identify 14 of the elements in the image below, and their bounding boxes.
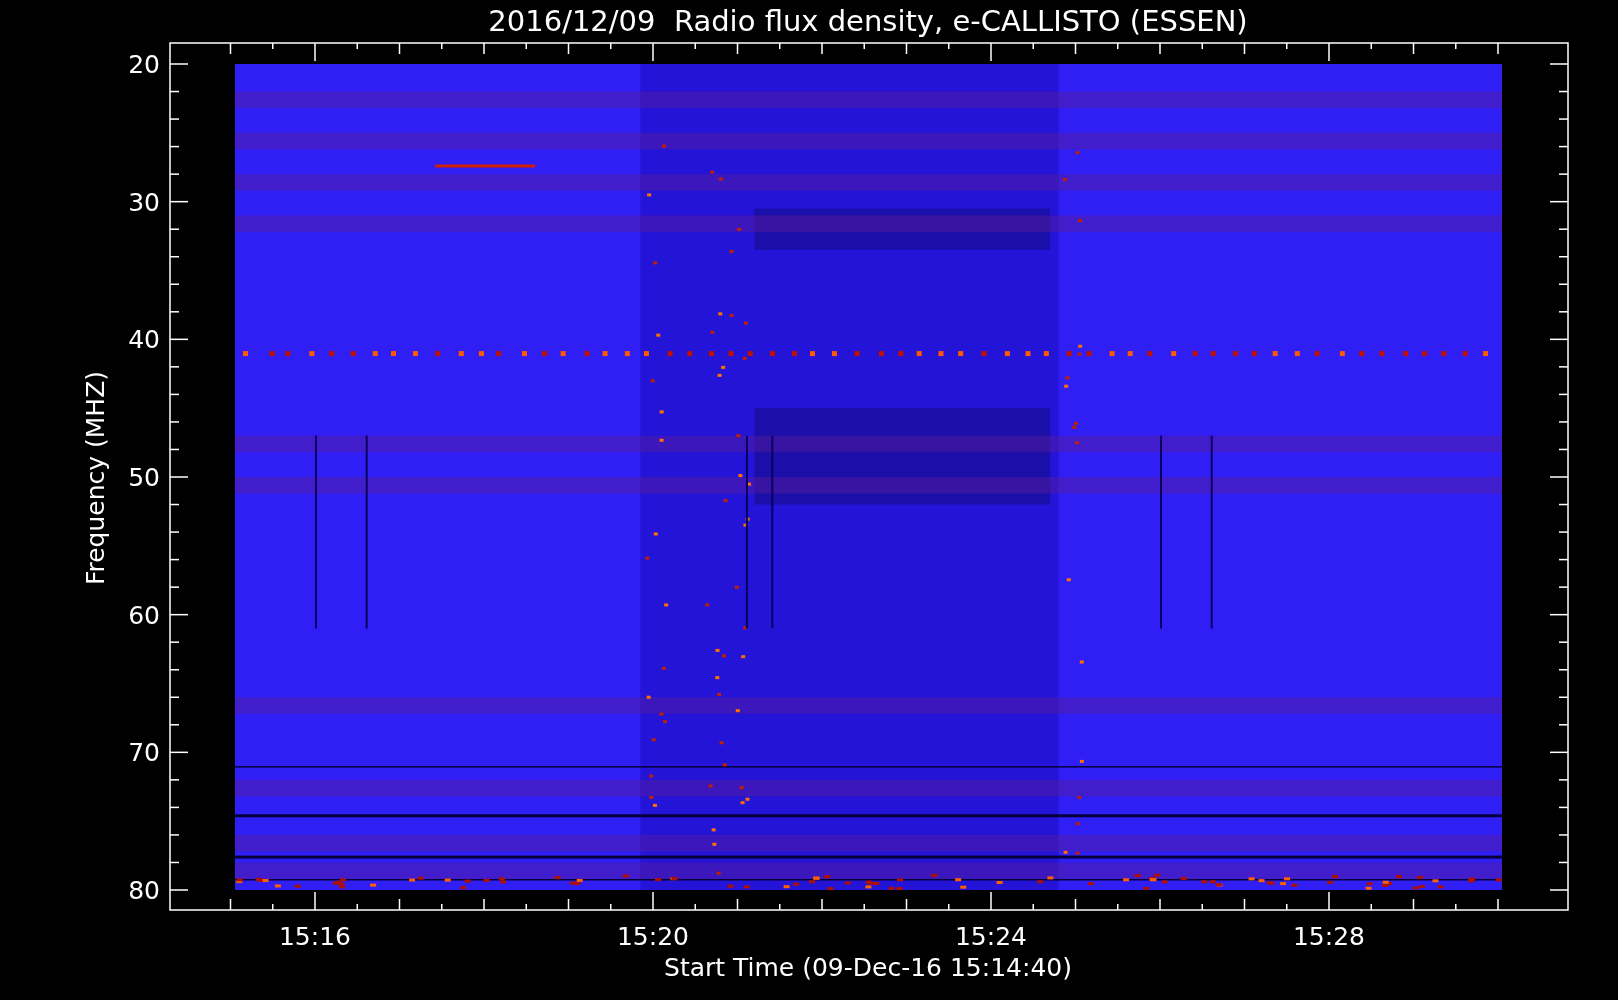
y-tick-label: 70: [128, 738, 160, 768]
y-tick-label: 30: [128, 187, 160, 217]
y-tick-label: 80: [128, 876, 160, 905]
y-tick-label: 50: [128, 463, 160, 492]
x-tick-label: 15:20: [617, 922, 689, 951]
y-axis-label: Frequency (MHZ): [81, 370, 110, 586]
x-tick-label: 15:28: [1293, 922, 1365, 951]
x-tick-label: 15:24: [955, 922, 1027, 951]
x-axis-label: Start Time (09-Dec-16 15:14:40): [664, 953, 1072, 982]
y-tick-label: 60: [128, 600, 160, 630]
x-tick-label: 15:16: [279, 922, 351, 951]
y-tick-label: 20: [128, 50, 160, 79]
y-tick-label: 40: [128, 325, 160, 355]
chart-title: 2016/12/09 Radio flux density, e-CALLISTO (ESSEN): [488, 4, 1248, 38]
